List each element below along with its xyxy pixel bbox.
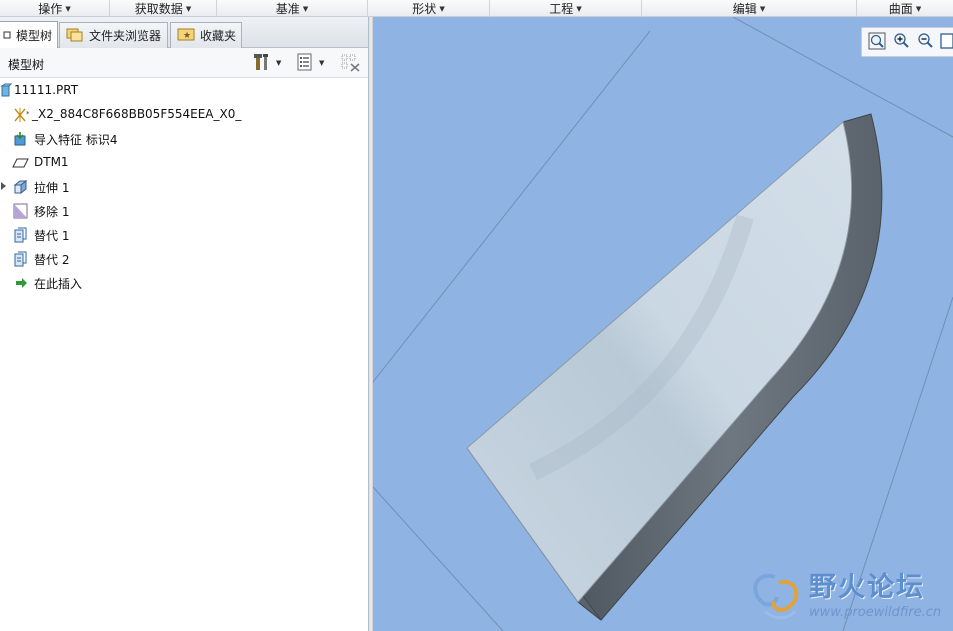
chevron-down-icon: ▼ (915, 4, 922, 13)
replace-icon (12, 251, 28, 267)
ribbon-group-engineering[interactable]: 工程 ▼ (490, 0, 642, 17)
watermark-logo-icon (745, 567, 805, 626)
tree-item-label: 11111.PRT (14, 83, 79, 97)
chevron-down-icon: ▼ (759, 4, 766, 13)
model-tree-header: 模型树 ▼ ▼ (0, 48, 372, 78)
expand-arrow-icon[interactable] (1, 182, 6, 190)
tree-item-extrude[interactable]: 拉伸 1 (0, 175, 368, 199)
view-toolbar (861, 27, 953, 57)
extrude-icon (12, 179, 28, 195)
tab-label: 文件夹浏览器 (89, 29, 162, 43)
zoom-out-icon (916, 32, 934, 53)
ribbon-group-label: 形状 (412, 2, 437, 16)
favorites-icon: ★ (177, 26, 195, 45)
tab-folder-browser[interactable]: 文件夹浏览器 (59, 22, 168, 48)
tree-item-insert-here[interactable]: 在此插入 (0, 271, 368, 295)
watermark-url: www.proewildfire.cn (809, 605, 942, 620)
ribbon-group-label: 编辑 (732, 2, 757, 16)
navigator-panel: 模型树 文件夹浏览器 ★ 收藏夹 模型树 ▼ ▼ 11111.PRT * _X2… (0, 17, 372, 631)
datum-plane-icon (12, 155, 29, 171)
tree-item-import-feature[interactable]: 导入特征 标识4 (0, 127, 368, 151)
tree-item-label: 移除 1 (34, 205, 70, 219)
forum-watermark: 野火论坛 www.proewildfire.cn (743, 565, 953, 625)
graphics-viewport[interactable]: 野火论坛 www.proewildfire.cn (373, 17, 953, 631)
tree-item-label: 在此插入 (34, 277, 83, 291)
replace-icon (12, 227, 28, 243)
panel-title: 模型树 (8, 58, 45, 72)
chevron-down-icon: ▼ (302, 4, 309, 13)
ribbon-group-get-data[interactable]: 获取数据 ▼ (110, 0, 217, 17)
chevron-down-icon: ▼ (576, 4, 582, 13)
model-canvas (373, 17, 953, 631)
ribbon-group-label: 操作 (38, 2, 63, 16)
chevron-down-icon: ▼ (319, 59, 325, 67)
ribbon-group-datum[interactable]: 基准 ▼ (217, 0, 368, 17)
svg-text:*: * (26, 110, 30, 118)
tree-item-replace-1[interactable]: 替代 1 (0, 223, 368, 247)
ribbon-group-bar: 操作 ▼ 获取数据 ▼ 基准 ▼ 形状 ▼ 工程 ▼ 编辑 ▼ 曲面 ▼ (0, 0, 953, 17)
tab-label: 收藏夹 (200, 29, 237, 43)
model-tree: 11111.PRT * _X2_884C8F668BB05F554EEA_X0_… (0, 79, 368, 295)
svg-text:★: ★ (183, 31, 191, 41)
ribbon-group-label: 获取数据 (134, 2, 183, 16)
ribbon-group-shapes[interactable]: 形状 ▼ (368, 0, 490, 17)
chevron-down-icon: ▼ (276, 59, 282, 67)
tree-item-label: 替代 1 (34, 229, 70, 243)
tree-item-csys[interactable]: * _X2_884C8F668BB05F554EEA_X0_ (0, 103, 368, 127)
tree-item-label: 替代 2 (34, 253, 70, 267)
tree-item-label: _X2_884C8F668BB05F554EEA_X0_ (32, 107, 242, 121)
zoom-fit-button[interactable] (868, 32, 886, 52)
navigator-tabs: 模型树 文件夹浏览器 ★ 收藏夹 (0, 17, 372, 48)
import-feature-icon (12, 131, 28, 147)
show-icon (295, 52, 315, 75)
refit-icon (940, 32, 953, 53)
tree-item-label: 拉伸 1 (34, 181, 70, 195)
refit-button[interactable] (940, 32, 953, 52)
zoom-fit-icon (868, 32, 886, 53)
ribbon-group-editing[interactable]: 编辑 ▼ (642, 0, 857, 17)
insert-here-icon (14, 275, 30, 291)
chevron-down-icon: ▼ (65, 4, 71, 13)
part-geometry (466, 113, 883, 621)
tab-model-tree[interactable]: 模型树 (0, 21, 58, 48)
tree-item-remove[interactable]: 移除 1 (0, 199, 368, 223)
chevron-down-icon: ▼ (439, 4, 445, 13)
zoom-out-button[interactable] (916, 32, 934, 52)
remove-icon (12, 203, 28, 219)
ribbon-group-label: 基准 (275, 2, 300, 16)
tab-label: 模型树 (16, 28, 53, 43)
tree-item-label: 导入特征 标识4 (34, 133, 118, 147)
filter-button[interactable] (340, 53, 362, 73)
ribbon-group-operations[interactable]: 操作 ▼ (0, 0, 110, 17)
zoom-in-button[interactable] (892, 32, 910, 52)
tab-favorites[interactable]: ★ 收藏夹 (170, 22, 242, 48)
tree-item-part[interactable]: 11111.PRT (0, 79, 368, 103)
folder-browser-icon (66, 26, 84, 45)
watermark-title: 野火论坛 (809, 572, 925, 603)
tree-item-replace-2[interactable]: 替代 2 (0, 247, 368, 271)
ribbon-group-label: 工程 (549, 2, 574, 16)
part-icon (0, 83, 13, 99)
tree-item-datum-plane[interactable]: DTM1 (0, 151, 368, 175)
settings-icon (252, 52, 272, 75)
zoom-in-icon (892, 32, 910, 53)
settings-dropdown[interactable]: ▼ (252, 53, 281, 73)
ribbon-group-label: 曲面 (888, 2, 913, 16)
chevron-down-icon: ▼ (185, 4, 192, 13)
ribbon-group-surfaces[interactable]: 曲面 ▼ (857, 0, 953, 17)
tree-item-label: DTM1 (34, 155, 69, 169)
show-dropdown[interactable]: ▼ (295, 53, 324, 73)
csys-icon: * (12, 107, 30, 123)
filter-icon (340, 52, 362, 75)
model-tree-icon (3, 28, 11, 42)
